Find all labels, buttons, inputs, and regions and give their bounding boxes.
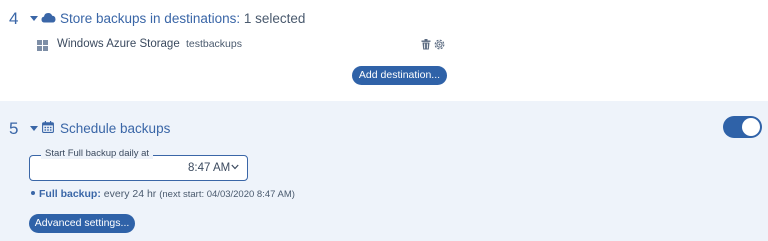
bullet-icon <box>31 191 35 196</box>
trash-icon[interactable] <box>421 39 431 50</box>
full-backup-interval: every 24 hr <box>103 188 157 200</box>
destination-container: testbackups <box>185 38 242 50</box>
collapse-caret-icon[interactable] <box>30 16 38 21</box>
selected-count: 1 selected <box>243 11 306 26</box>
toggle-knob <box>742 118 760 136</box>
advanced-settings-button[interactable]: Advanced settings... <box>29 214 135 233</box>
step-number: 5 <box>9 119 19 138</box>
add-destination-button[interactable]: Add destination... <box>352 66 447 85</box>
collapse-caret-icon[interactable] <box>30 126 38 131</box>
section-title: Schedule backups <box>60 121 171 136</box>
next-start-text: (next start: 04/03/2020 8:47 AM) <box>159 189 295 200</box>
gear-icon[interactable] <box>434 39 445 50</box>
section-title-text: Store backups in destinations: <box>60 11 241 26</box>
section-title: Store backups in destinations: 1 selecte… <box>60 11 305 26</box>
destinations-section: 4 Store backups in destinations: 1 selec… <box>0 0 768 101</box>
windows-icon <box>37 40 48 51</box>
full-backup-info: Full backup: every 24 hr (next start: 04… <box>31 188 295 200</box>
time-select-label: Start Full backup daily at <box>41 148 154 159</box>
destination-name: Windows Azure Storage <box>57 38 180 50</box>
destination-label: Windows Azure Storage testbackups <box>57 38 242 50</box>
schedule-toggle[interactable] <box>723 116 762 138</box>
cloud-icon <box>41 13 56 23</box>
chevron-down-icon[interactable] <box>231 164 239 170</box>
calendar-icon <box>42 121 54 133</box>
time-select-value: 8:47 AM <box>188 162 231 174</box>
full-backup-label: Full backup: <box>39 188 101 200</box>
step-number: 4 <box>9 9 19 28</box>
